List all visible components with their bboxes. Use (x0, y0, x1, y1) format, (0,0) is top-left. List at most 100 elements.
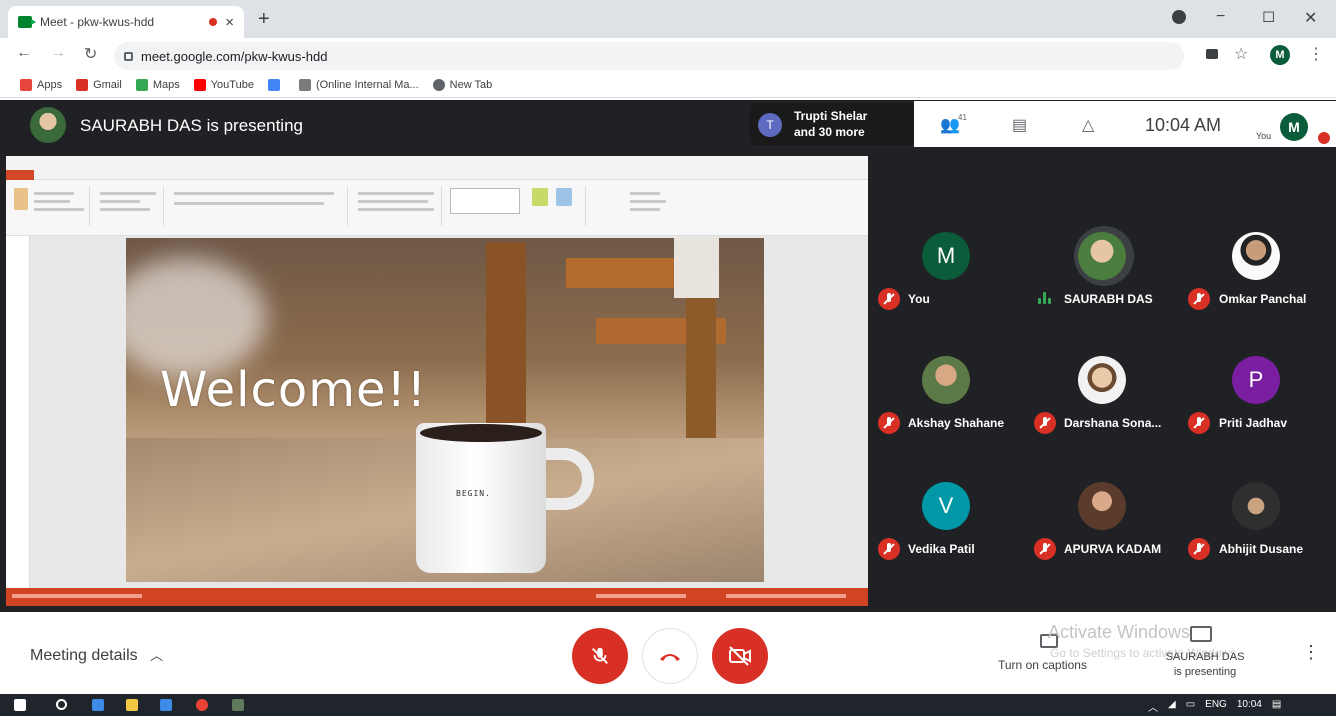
chevron-up-icon: ︿ (150, 648, 164, 663)
ribbon-group-clipboard (10, 186, 90, 226)
tab-close-icon[interactable]: × (225, 14, 234, 31)
address-bar[interactable]: meet.google.com/pkw-kwus-hdd (114, 42, 1184, 70)
activate-windows-watermark: Activate Windows (1048, 622, 1191, 642)
bookmark-label: YouTube (210, 78, 254, 91)
speaking-indicator-icon (1038, 292, 1052, 304)
coffee-mug (416, 423, 546, 573)
language-indicator[interactable]: ENG (1205, 699, 1227, 714)
network-icon[interactable]: ◢ (1168, 699, 1176, 714)
participant-avatar (1232, 482, 1280, 530)
store-icon[interactable] (160, 699, 172, 711)
notifications-icon[interactable]: ▤ (1272, 699, 1281, 714)
ribbon-line (630, 192, 660, 195)
participant-avatar (1078, 482, 1126, 530)
ribbon-line (174, 192, 334, 195)
captions-label[interactable]: Turn on captions (998, 658, 1087, 672)
bookmark-google[interactable] (267, 78, 285, 91)
ribbon-group-font (168, 186, 348, 226)
bookmark-online-internal[interactable]: (Online Internal Ma... (298, 78, 419, 91)
browser-tab[interactable]: Meet - pkw-kwus-hdd × (8, 6, 244, 38)
tray-chevron-icon[interactable]: ︿ (1148, 699, 1158, 714)
presenting-status[interactable]: SAURABH DAS is presenting (1160, 650, 1250, 680)
browser-menu-icon[interactable]: ⋮ (1308, 44, 1324, 64)
globe-icon (432, 78, 445, 91)
mic-toggle-button[interactable] (572, 628, 628, 684)
apps-grid-icon (20, 78, 32, 91)
meeting-details-button[interactable]: Meeting details ︿ (30, 645, 163, 665)
participant-tile-apurva[interactable] (1078, 482, 1126, 530)
background-blur (126, 258, 266, 378)
windows-start-icon[interactable] (14, 699, 26, 711)
status-text-block (12, 594, 142, 598)
ribbon-line (174, 202, 324, 205)
chat-icon[interactable]: ▤ (1012, 115, 1027, 135)
ribbon-group-editing (590, 186, 680, 226)
close-window-icon[interactable]: ✕ (1304, 8, 1317, 28)
reload-icon[interactable]: ↻ (84, 44, 97, 64)
people-icon[interactable]: 👥 (940, 115, 960, 135)
bookmark-label: New Tab (449, 78, 493, 91)
minimize-icon[interactable]: − (1216, 8, 1225, 26)
participant-name: Omkar Panchal (1219, 292, 1307, 306)
ribbon-group-drawing (446, 186, 586, 226)
bookmark-new-tab[interactable]: New Tab (432, 78, 493, 91)
tab-search-icon[interactable] (1172, 10, 1186, 24)
taskbar-clock[interactable]: 10:04 (1237, 699, 1262, 714)
mic-off-icon (1188, 538, 1210, 560)
participant-name: Priti Jadhav (1219, 416, 1288, 430)
more-options-icon[interactable]: ⋮ (1302, 642, 1320, 663)
paste-icon (14, 188, 28, 210)
self-muted-badge-icon (1318, 132, 1330, 144)
shared-screen-powerpoint: BEGIN. Welcome!! (6, 156, 868, 606)
camera-toggle-button[interactable] (712, 628, 768, 684)
participant-name: You (908, 292, 930, 306)
participant-tile-vedika[interactable]: V (922, 482, 970, 530)
participant-tile-priti[interactable]: P (1232, 356, 1280, 404)
new-tab-button[interactable]: + (258, 8, 270, 31)
bookmark-gmail[interactable]: Gmail (76, 78, 122, 91)
self-avatar[interactable]: M (1280, 113, 1308, 141)
participant-tile-saurabh[interactable] (1078, 232, 1126, 280)
app-icon[interactable] (232, 699, 244, 711)
mic-off-icon (1034, 412, 1056, 434)
activities-icon[interactable]: △ (1082, 115, 1094, 135)
participant-tile-akshay[interactable] (922, 356, 970, 404)
status-text-block (596, 594, 686, 598)
participant-avatar (1232, 232, 1280, 280)
search-icon[interactable] (56, 699, 67, 710)
system-tray: ︿ ◢ ▭ ENG 10:04 ▤ (1148, 699, 1281, 714)
participant-name: APURVA KADAM (1064, 542, 1162, 556)
restore-icon[interactable]: ◻ (1262, 6, 1275, 26)
forward-icon[interactable]: → (50, 44, 66, 62)
bookmark-star-icon[interactable]: ☆ (1234, 44, 1248, 64)
ribbon-line (630, 208, 660, 211)
chrome-icon[interactable] (196, 699, 208, 711)
file-explorer-icon[interactable] (126, 699, 138, 711)
back-icon[interactable]: ← (16, 44, 32, 62)
ribbon-line (100, 208, 150, 211)
participant-tile-omkar[interactable] (1232, 232, 1280, 280)
participant-avatar: M (922, 232, 970, 280)
screen: { "browser": { "tab_title": "Meet - pkw-… (0, 0, 1336, 716)
battery-icon[interactable]: ▭ (1186, 699, 1195, 714)
participant-name: Vedika Patil (908, 542, 975, 556)
participant-name: SAURABH DAS (1064, 292, 1153, 306)
leave-call-button[interactable] (642, 628, 698, 684)
bookmark-maps[interactable]: Maps (135, 78, 180, 91)
maps-icon (135, 78, 148, 91)
profile-avatar[interactable]: M (1270, 45, 1290, 65)
mic-off-icon (1188, 412, 1210, 434)
bookmark-apps[interactable]: Apps (20, 78, 62, 91)
participant-tile-darshana[interactable] (1078, 356, 1126, 404)
participant-tile-abhijit[interactable] (1232, 482, 1280, 530)
present-screen-icon[interactable] (1190, 626, 1212, 642)
bookmark-youtube[interactable]: YouTube (193, 78, 254, 91)
youtube-icon (193, 78, 206, 91)
task-view-icon[interactable] (92, 699, 104, 711)
participant-tile-you[interactable]: M (922, 232, 970, 280)
camera-indicator-icon[interactable] (1206, 49, 1218, 59)
ppt-thumbnail-pane (6, 236, 30, 588)
hang-up-icon (660, 654, 680, 661)
window-light (674, 238, 719, 298)
ppt-title-bar (6, 156, 868, 170)
